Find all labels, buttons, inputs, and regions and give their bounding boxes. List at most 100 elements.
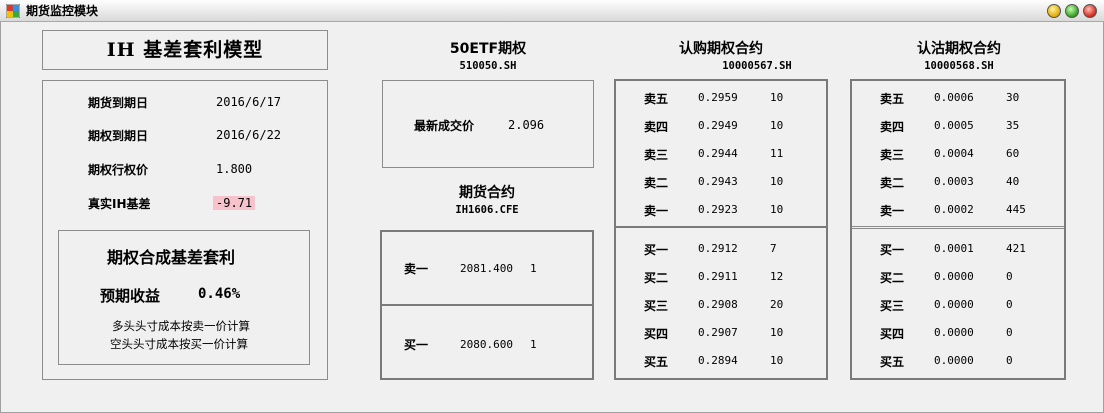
call-asks-volume: 10 [770,203,784,216]
put-bids-volume: 0 [1006,270,1013,283]
put-bids-label: 买五 [880,355,905,369]
call-asks-label: 卖四 [644,120,669,134]
futures-code: IH1606.CFE [455,204,519,216]
call-title: 认购期权合约 [679,41,763,57]
call-bids-price: 0.2911 [698,270,738,283]
put-asks-label: 卖三 [880,148,905,162]
call-bids-price: 0.2908 [698,298,738,311]
call-asks-label: 卖五 [644,92,669,106]
call-asks-price: 0.2943 [698,175,738,188]
put-asks-volume: 60 [1006,147,1020,160]
window-title: 期货监控模块 [26,4,99,18]
put-bids-label: 买四 [880,327,905,341]
etf-code: 510050.SH [459,60,517,72]
futures-expiry-value: 2016/6/17 [216,95,282,109]
put-asks-price: 0.0006 [934,91,974,104]
call-bids-label: 买三 [644,299,669,313]
call-asks-volume: 10 [770,119,784,132]
put-bids-price: 0.0000 [934,270,974,283]
call-asks-label: 卖一 [644,204,669,218]
put-asks-volume: 445 [1006,203,1026,216]
futures-title: 期货合约 [459,185,515,201]
put-bids-price: 0.0000 [934,354,974,367]
put-bids-volume: 0 [1006,298,1013,311]
close-button[interactable] [1083,4,1097,18]
call-book-divider [616,226,826,228]
put-asks-price: 0.0003 [934,175,974,188]
etf-last-value: 2.096 [508,118,545,132]
futures-bid-price: 2080.600 [460,338,513,351]
call-bids-label: 买四 [644,327,669,341]
expected-yield-value: 0.46% [198,286,241,302]
strike-price-label: 期权行权价 [88,163,149,177]
put-bids-volume: 421 [1006,242,1026,255]
futures-book-divider [382,304,592,306]
call-code: 10000567.SH [722,60,792,72]
option-expiry-value: 2016/6/22 [216,128,282,142]
model-title: IH 基差套利模型 [106,39,264,61]
call-asks-price: 0.2959 [698,91,738,104]
call-asks-volume: 11 [770,147,784,160]
put-asks-volume: 40 [1006,175,1020,188]
put-asks-label: 卖四 [880,120,905,134]
maximize-button[interactable] [1065,4,1079,18]
put-asks-volume: 30 [1006,91,1020,104]
call-bids-volume: 12 [770,270,784,283]
futures-ask-volume: 1 [530,262,537,275]
call-bids-label: 买二 [644,271,669,285]
real-basis-value: -9.71 [213,196,256,210]
real-basis-label: 真实IH基差 [88,197,151,211]
futures-ask-price: 2081.400 [460,262,513,275]
call-asks-volume: 10 [770,91,784,104]
expected-yield-label: 预期收益 [100,287,161,305]
app-icon [6,4,20,18]
put-title: 认沽期权合约 [917,41,1001,57]
put-bids-label: 买二 [880,271,905,285]
futures-bid-label: 买一 [404,338,429,352]
call-asks-price: 0.2944 [698,147,738,160]
model-title-box: IH 基差套利模型 [42,30,328,70]
synthetic-arb-title: 期权合成基差套利 [107,248,236,267]
etf-last-label: 最新成交价 [414,119,475,133]
put-bids-label: 买三 [880,299,905,313]
put-bids-price: 0.0000 [934,298,974,311]
minimize-button[interactable] [1047,4,1061,18]
futures-expiry-label: 期货到期日 [88,96,149,110]
call-bids-price: 0.2907 [698,326,738,339]
call-bids-volume: 7 [770,242,777,255]
long-cost-note: 多头头寸成本按卖一价计算 [112,319,250,333]
call-bids-volume: 10 [770,354,784,367]
put-book-divider [852,226,1064,229]
call-asks-label: 卖三 [644,148,669,162]
call-bids-price: 0.2912 [698,242,738,255]
call-bids-label: 买一 [644,243,669,257]
call-bids-volume: 10 [770,326,784,339]
futures-ask-label: 卖一 [404,262,429,276]
call-asks-price: 0.2923 [698,203,738,216]
futures-bid-volume: 1 [530,338,537,351]
call-asks-volume: 10 [770,175,784,188]
short-cost-note: 空头头寸成本按买一价计算 [110,337,248,351]
put-bids-volume: 0 [1006,326,1013,339]
title-bar: 期货监控模块 [0,0,1104,22]
option-expiry-label: 期权到期日 [88,129,149,143]
put-bids-volume: 0 [1006,354,1013,367]
put-asks-price: 0.0005 [934,119,974,132]
put-asks-price: 0.0002 [934,203,974,216]
put-code: 10000568.SH [924,60,994,72]
put-bids-label: 买一 [880,243,905,257]
call-asks-label: 卖二 [644,176,669,190]
etf-title: 50ETF期权 [449,41,527,57]
call-asks-price: 0.2949 [698,119,738,132]
put-asks-volume: 35 [1006,119,1020,132]
call-bids-price: 0.2894 [698,354,738,367]
call-bids-label: 买五 [644,355,669,369]
put-asks-label: 卖五 [880,92,905,106]
put-asks-label: 卖一 [880,204,905,218]
put-bids-price: 0.0001 [934,242,974,255]
strike-price-value: 1.800 [216,162,253,176]
call-bids-volume: 20 [770,298,784,311]
put-bids-price: 0.0000 [934,326,974,339]
put-asks-label: 卖二 [880,176,905,190]
put-asks-price: 0.0004 [934,147,974,160]
